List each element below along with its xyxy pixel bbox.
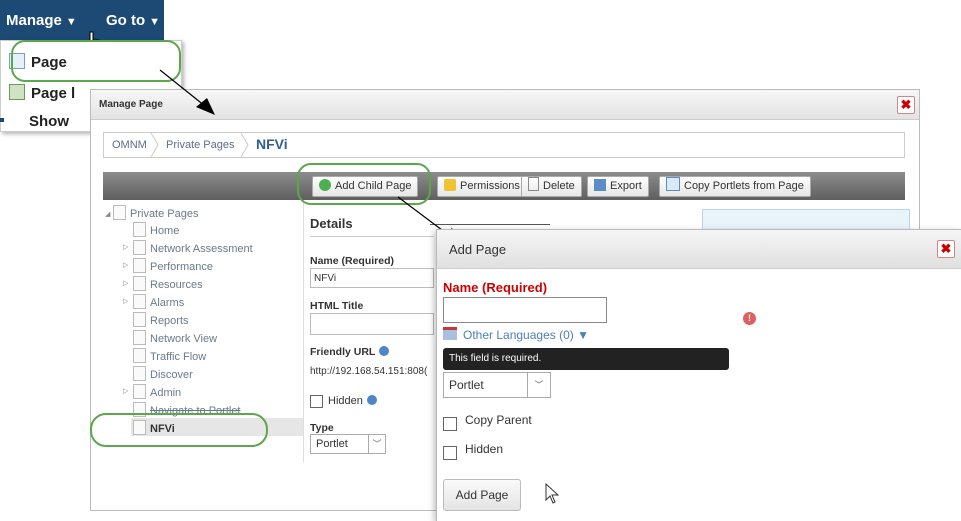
hidden-checkbox[interactable] — [443, 446, 457, 460]
copy-parent-label: Copy Parent — [465, 413, 532, 427]
error-icon: ! — [743, 312, 756, 325]
error-tooltip: This field is required. — [443, 348, 729, 370]
button-label: Add Page — [455, 488, 509, 502]
add-page-dialog: Add Page ✖ Name (Required) ! Other Langu… — [436, 229, 961, 521]
arrow-line — [159, 69, 206, 107]
cursor-icon — [545, 483, 560, 504]
dialog-title: Add Page — [449, 242, 507, 257]
other-languages-text: Other Languages (0) ▼ — [463, 328, 589, 342]
hidden-label: Hidden — [465, 442, 504, 456]
name-required-label: Name (Required) — [443, 280, 548, 295]
close-icon[interactable]: ✖ — [937, 240, 955, 258]
other-languages-link[interactable]: Other Languages (0) ▼ — [443, 327, 589, 342]
type-select[interactable]: Portlet ﹀ — [443, 372, 551, 398]
name-input[interactable] — [443, 297, 607, 323]
type-select-value: Portlet — [449, 378, 484, 392]
copy-parent-checkbox[interactable] — [443, 417, 457, 431]
flag-icon — [443, 327, 457, 340]
chevron-down-icon: ﹀ — [527, 373, 550, 397]
error-tooltip-text: This field is required. — [449, 353, 542, 364]
add-page-button[interactable]: Add Page — [443, 479, 521, 511]
dialog-titlebar: Add Page ✖ — [437, 230, 961, 269]
